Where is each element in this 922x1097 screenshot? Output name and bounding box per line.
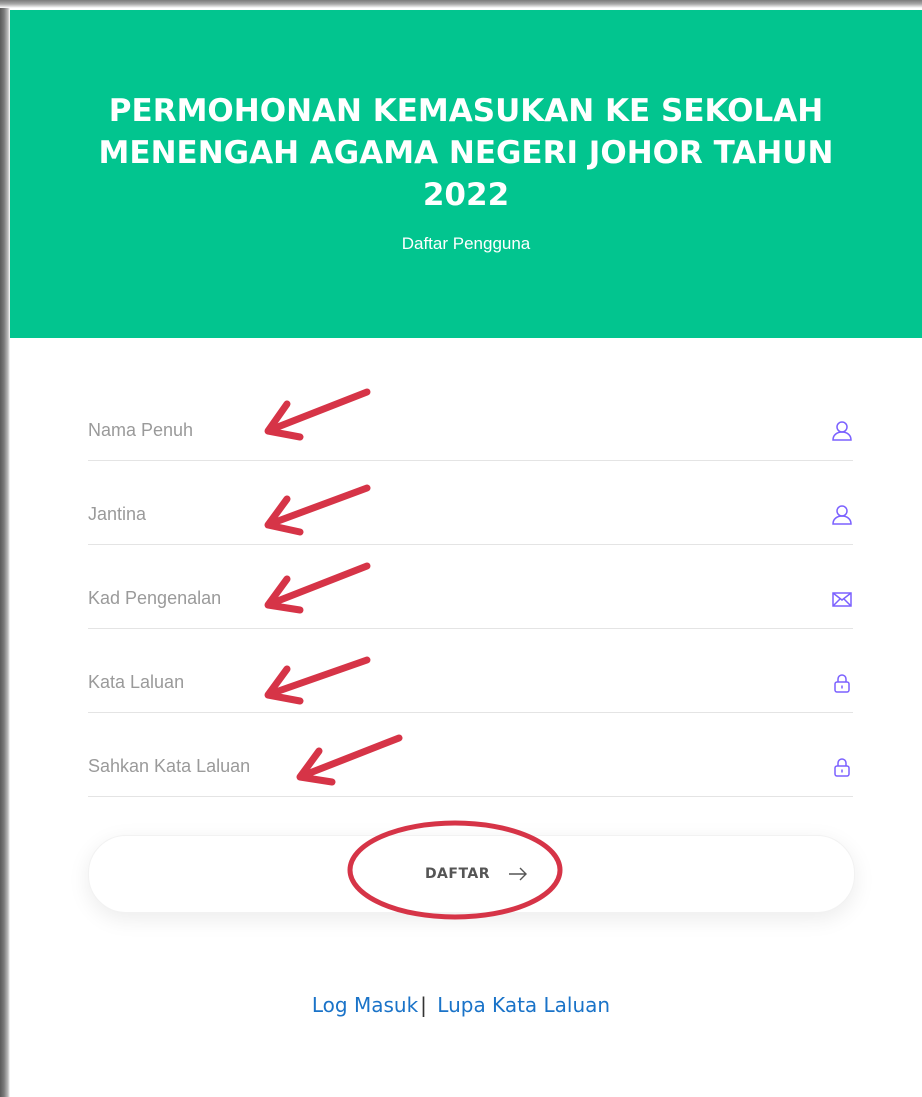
field-nama-penuh — [88, 390, 853, 461]
user-icon — [832, 505, 852, 525]
registration-form — [88, 390, 853, 810]
field-sahkan-kata-laluan — [88, 726, 853, 797]
field-kata-laluan — [88, 642, 853, 713]
forgot-password-link[interactable]: Lupa Kata Laluan — [437, 993, 610, 1017]
page-title: PERMOHONAN KEMASUKAN KE SEKOLAH MENENGAH… — [98, 93, 834, 213]
login-link[interactable]: Log Masuk — [312, 993, 418, 1017]
arrow-right-icon — [509, 867, 528, 881]
daftar-button[interactable]: DAFTAR — [88, 835, 855, 913]
envelope-icon — [832, 592, 852, 607]
lock-icon — [834, 758, 850, 777]
window-top-shadow — [0, 0, 922, 8]
ic-number-input[interactable] — [88, 578, 788, 618]
lock-icon — [834, 674, 850, 693]
password-input[interactable] — [88, 662, 788, 702]
page-subtitle: Daftar Pengguna — [401, 234, 531, 253]
gender-input[interactable] — [88, 494, 788, 534]
field-kad-pengenalan — [88, 558, 853, 629]
page-header: PERMOHONAN KEMASUKAN KE SEKOLAH MENENGAH… — [10, 10, 922, 338]
daftar-button-label: DAFTAR — [424, 866, 491, 882]
link-separator: | — [420, 993, 427, 1017]
user-icon — [832, 421, 852, 441]
footer-links: Log Masuk | Lupa Kata Laluan — [0, 993, 922, 1017]
window-left-shadow — [0, 0, 10, 1097]
confirm-password-input[interactable] — [88, 746, 788, 786]
full-name-input[interactable] — [88, 410, 788, 450]
field-jantina — [88, 474, 853, 545]
